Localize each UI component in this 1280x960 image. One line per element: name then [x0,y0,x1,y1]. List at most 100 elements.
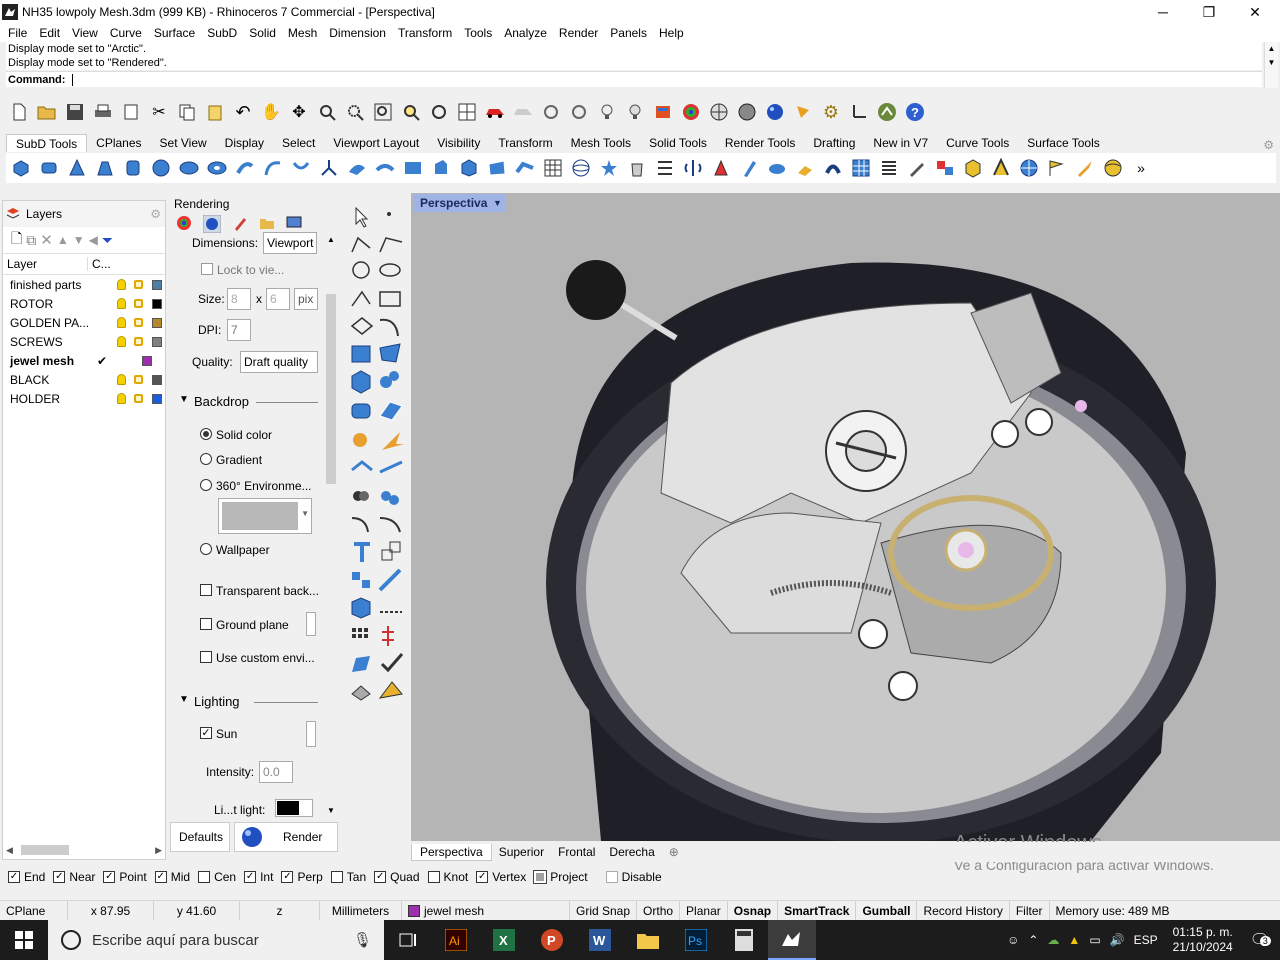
subd-morph-button[interactable] [820,155,846,181]
tools-button[interactable] [904,155,930,181]
subd-bridge-button[interactable] [400,155,426,181]
new-file-button[interactable] [6,99,32,125]
gradient-radio[interactable] [200,453,212,465]
menu-render[interactable]: Render [553,26,604,40]
add-viewport-icon[interactable]: ⊕ [662,845,686,859]
layer-row[interactable]: jewel mesh ✔ [3,351,165,370]
subd-pipe-button[interactable] [232,155,258,181]
lock-icon[interactable] [134,280,143,289]
people-icon[interactable]: ☺ [1007,933,1019,947]
subd-extrude-button[interactable] [428,155,454,181]
subd-cylinder2-button[interactable] [120,155,146,181]
scale-icon[interactable] [381,541,401,561]
start-button[interactable] [0,920,48,960]
new-sublayer-icon[interactable]: ⧉ [26,232,36,249]
more-tools-button[interactable]: » [1128,155,1154,181]
boolean-icon[interactable] [353,491,369,501]
osnap-int[interactable]: ✓ Int [244,870,273,884]
layer-color-swatch[interactable] [152,374,162,385]
planar-toggle[interactable]: Planar [680,900,728,921]
tab-subd-tools[interactable]: SubD Tools [6,134,88,152]
layers-h-scrollbar[interactable]: ◀ ▶ [3,843,165,857]
osnap-quad[interactable]: ✓ Quad [374,870,420,884]
osnap-mid[interactable]: ✓ Mid [154,870,190,884]
sun-checkbox[interactable]: ✓ [200,727,212,739]
stakes-button[interactable] [988,155,1014,181]
record-history-toggle[interactable]: Record History [917,900,1010,921]
analyze-icon[interactable] [382,626,394,646]
command-line[interactable]: Command: [6,71,1262,87]
viewport-layout-button[interactable] [454,99,480,125]
menu-dimension[interactable]: Dimension [323,26,392,40]
help-button[interactable]: ? [902,99,928,125]
layer-color-swatch[interactable] [152,298,162,309]
osnap-checkbox[interactable]: ✓ [476,871,489,883]
lock-icon[interactable] [134,394,143,403]
osnap-vertex[interactable]: ✓ Vertex [476,870,526,884]
units-indicator[interactable]: Millimeters [320,900,402,921]
illustrator-app[interactable]: Ai [432,920,480,960]
cloud-tray-icon[interactable]: ☁ [1047,933,1059,947]
osnap-cen[interactable]: Cen [198,870,236,884]
tab-derecha[interactable]: Derecha [602,845,661,859]
layer-row[interactable]: SCREWS [3,332,165,351]
osnap-checkbox[interactable] [605,871,618,883]
mesh-icon[interactable] [379,401,403,421]
menu-transform[interactable]: Transform [392,26,458,40]
osnap-checkbox[interactable]: ✓ [53,871,66,883]
osnap-checkbox[interactable]: ✓ [281,871,294,883]
menu-surface[interactable]: Surface [148,26,201,40]
template-button[interactable] [118,99,144,125]
file-explorer-app[interactable] [624,920,672,960]
subd-ellipsoid-button[interactable] [176,155,202,181]
defaults-button[interactable]: Defaults [170,822,230,852]
tab-visibility[interactable]: Visibility [428,134,489,152]
osnap-project[interactable]: Project [533,870,588,884]
tab-curve-tools[interactable]: Curve Tools [937,134,1018,152]
named-cplane-button[interactable] [510,99,536,125]
osnap-checkbox[interactable]: ✓ [374,871,387,883]
osnap-end[interactable]: ✓ End [8,870,45,884]
components-button[interactable] [932,155,958,181]
surface-edge-icon[interactable] [379,343,401,363]
select-arrow-icon[interactable] [355,206,369,228]
subd-grid-button[interactable] [540,155,566,181]
array-icon[interactable] [352,572,370,588]
spotlight-button[interactable] [790,99,816,125]
language-indicator[interactable]: ESP [1134,933,1158,947]
materials-button[interactable] [650,99,676,125]
layer-color-swatch[interactable] [152,279,162,290]
tab-settings-icon[interactable]: ⚙ [1263,138,1274,152]
cylinder-icon[interactable] [351,403,371,419]
transform-icon[interactable] [378,568,402,592]
layer-color-swatch[interactable] [152,393,162,404]
arrow-icon[interactable] [382,432,404,450]
light-button[interactable] [622,99,648,125]
osnap-toggle[interactable]: Osnap [728,900,779,921]
delete-layer-icon[interactable]: ✕ [40,231,53,249]
flag-button[interactable] [1044,155,1070,181]
layer-column-label[interactable]: Layer [3,257,87,271]
menu-edit[interactable]: Edit [33,26,66,40]
tab-surface-tools[interactable]: Surface Tools [1018,134,1109,152]
curve-icon[interactable] [379,237,403,253]
menu-tools[interactable]: Tools [458,26,498,40]
lighting-collapse-icon[interactable]: ▼ [179,694,189,705]
lock-icon[interactable] [134,375,143,384]
layer-row[interactable]: ROTOR [3,294,165,313]
subd-sweep-button[interactable] [288,155,314,181]
smarttrack-toggle[interactable]: SmartTrack [778,900,857,921]
layer-color-swatch[interactable] [142,355,152,366]
check-icon[interactable] [380,653,404,673]
osnap-checkbox[interactable]: ✓ [8,871,20,883]
tab-superior[interactable]: Superior [492,845,551,859]
pan-button[interactable]: ✋ [258,99,284,125]
rhino-app[interactable] [768,920,816,960]
ellipse-icon[interactable] [379,263,401,277]
subd-patch-button[interactable] [344,155,370,181]
close-button[interactable]: ✕ [1232,0,1278,24]
subd-box-button[interactable] [8,155,34,181]
paste-button[interactable] [202,99,228,125]
wallpaper-radio[interactable] [200,543,212,555]
osnap-checkbox[interactable]: ✓ [103,871,116,883]
